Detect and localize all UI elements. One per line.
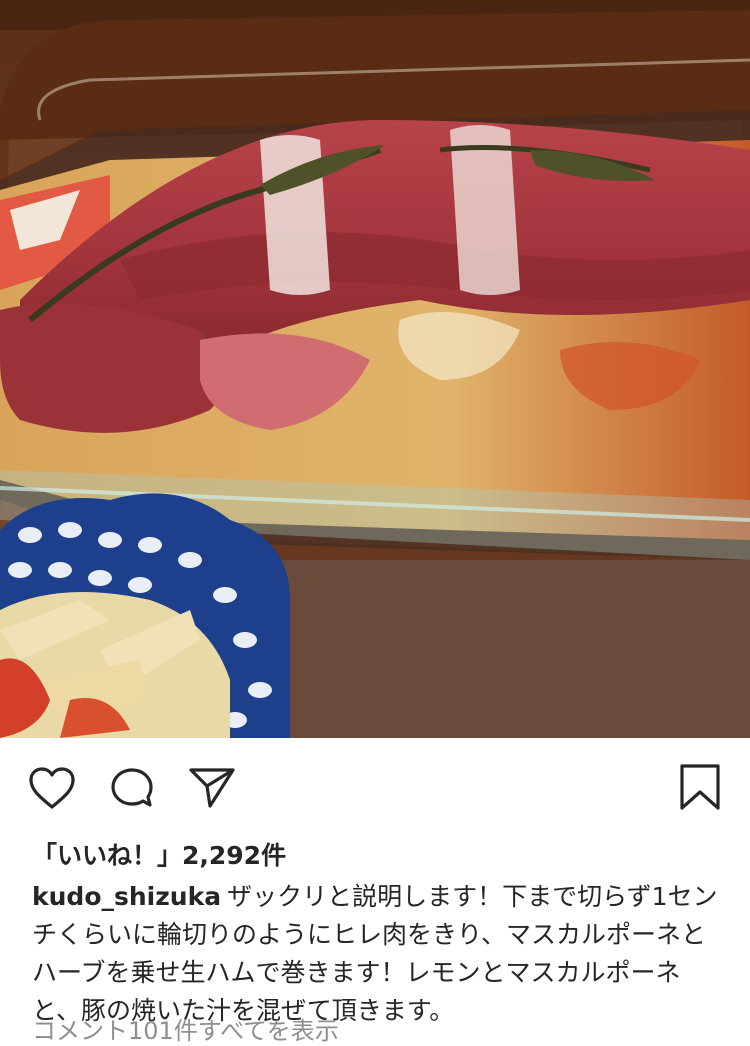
paper-plane-icon[interactable] xyxy=(188,766,236,810)
view-all-comments-link[interactable]: コメント101件すべてを表示 xyxy=(32,1011,339,1046)
bookmark-icon[interactable] xyxy=(678,763,722,811)
likes-count[interactable]: 「いいね！」2,292件 xyxy=(32,836,286,872)
heart-icon[interactable] xyxy=(28,766,76,810)
caption-username[interactable]: kudo_shizuka xyxy=(32,882,221,911)
post-photo[interactable] xyxy=(0,0,750,738)
speech-bubble-icon[interactable] xyxy=(108,766,156,810)
post-caption: kudo_shizuka ザックリと説明します！下まで切らず1センチくらいに輪切り… xyxy=(32,878,722,1030)
